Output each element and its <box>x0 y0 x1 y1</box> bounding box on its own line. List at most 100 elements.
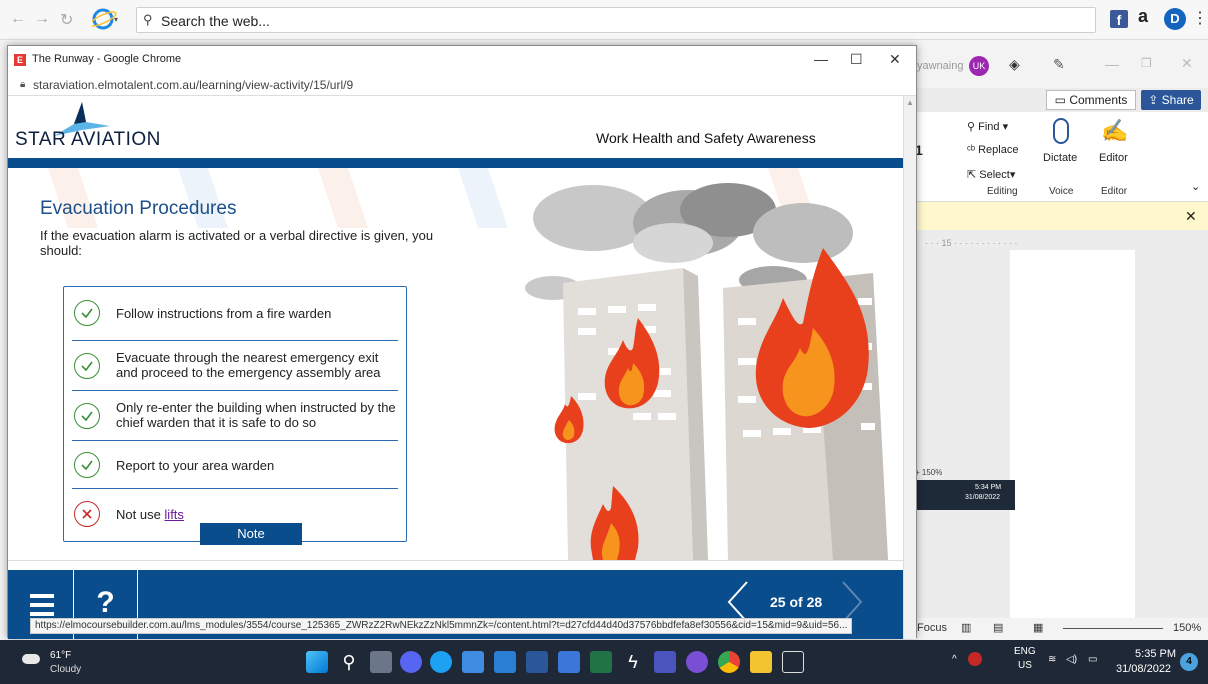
ie-logo-icon[interactable]: ▾ <box>92 8 122 30</box>
lock-icon: 🔒︎ <box>20 79 26 90</box>
find-button[interactable]: ⚲ Find ▾ <box>967 120 1008 133</box>
forward-icon[interactable]: → <box>34 10 50 28</box>
show-hidden-icons[interactable]: ^ <box>952 654 957 665</box>
pen-icon[interactable]: ✎ <box>1053 56 1065 73</box>
lightning-app-icon[interactable]: ϟ <box>622 651 644 673</box>
excel-icon[interactable] <box>590 651 612 673</box>
minimize-icon[interactable]: — <box>814 51 828 67</box>
mini-zoom-readout: + 150% <box>915 468 943 477</box>
document-page[interactable] <box>1010 250 1135 640</box>
check-circle-icon <box>74 353 100 379</box>
back-icon[interactable]: ← <box>10 10 26 28</box>
web-search-box[interactable]: ⚲ Search the web... <box>136 7 1096 33</box>
weather-condition[interactable]: Cloudy <box>50 664 81 675</box>
select-icon: ⇱ <box>967 169 980 181</box>
list-item-text: Follow instructions from a fire warden <box>116 306 332 321</box>
mini-time: 5:34 PM <box>975 484 1002 491</box>
notepad-icon[interactable] <box>782 651 804 673</box>
wifi-icon[interactable]: ≋ <box>1048 654 1056 665</box>
focus-label[interactable]: Focus <box>917 622 947 634</box>
logo-text: STAR AVIATION <box>15 129 161 151</box>
word-icon[interactable] <box>526 651 548 673</box>
note-button[interactable]: Note <box>200 523 302 545</box>
ribbon-collapse-icon[interactable]: ⌄ <box>1191 180 1200 193</box>
file-explorer-icon[interactable] <box>750 651 772 673</box>
zoom-slider[interactable] <box>1063 628 1163 629</box>
scroll-up-icon[interactable]: ▲ <box>906 98 914 107</box>
svg-text:▾: ▾ <box>114 15 118 24</box>
volume-icon[interactable]: ◁) <box>1066 654 1077 665</box>
cloud-icon[interactable] <box>22 654 40 664</box>
elmo-favicon-icon: E <box>14 54 26 66</box>
zoom-icon[interactable] <box>654 651 676 673</box>
link-status-preview: https://elmocoursebuilder.com.au/lms_mod… <box>30 618 853 634</box>
close-icon[interactable]: ✕ <box>889 51 901 68</box>
share-button[interactable]: ⇪ Share <box>1141 90 1201 110</box>
maximize-icon[interactable]: ☐ <box>850 51 863 68</box>
microphone-icon[interactable] <box>1053 118 1069 144</box>
refresh-icon[interactable]: ↻ <box>60 10 73 30</box>
mini-date: 31/08/2022 <box>965 494 1001 501</box>
print-layout-icon[interactable]: ▤ <box>993 621 1003 634</box>
minimize-icon[interactable]: — <box>1105 56 1119 72</box>
store-icon[interactable] <box>462 651 484 673</box>
user-avatar[interactable]: UK <box>969 56 989 76</box>
list-item: Evacuate through the nearest emergency e… <box>72 341 398 391</box>
zoom-level[interactable]: 150% <box>1173 622 1201 634</box>
comments-button[interactable]: ▭ Comments <box>1046 90 1136 110</box>
vertical-scrollbar[interactable]: ▲ <box>903 96 916 639</box>
amazon-icon[interactable]: a <box>1138 6 1148 27</box>
weather-temperature[interactable]: 61°F <box>50 650 71 661</box>
search-icon[interactable]: ⚲ <box>338 651 360 673</box>
extension-d-icon[interactable]: D <box>1164 8 1186 30</box>
select-label: Select <box>979 169 1010 181</box>
course-title: Work Health and Safety Awareness <box>596 130 816 146</box>
task-view-icon[interactable] <box>370 651 392 673</box>
list-item-text: Evacuate through the nearest emergency e… <box>116 350 381 380</box>
popup-address-bar[interactable]: 🔒︎ staraviation.elmotalent.com.au/learni… <box>8 74 916 96</box>
popup-titlebar: E The Runway - Google Chrome — ☐ ✕ <box>8 46 916 74</box>
editor-button-label[interactable]: Editor <box>1099 152 1128 164</box>
replace-button[interactable]: ᶜᵇ Replace <box>967 144 1018 156</box>
teams-chat-icon[interactable] <box>400 651 422 673</box>
security-alert-icon[interactable] <box>968 652 982 666</box>
procedure-list: Follow instructions from a fire warden E… <box>63 286 407 542</box>
notification-badge[interactable]: 4 <box>1180 653 1198 671</box>
clock-date[interactable]: 31/08/2022 <box>1116 663 1171 675</box>
share-label: Share <box>1161 93 1194 107</box>
popup-title: The Runway - Google Chrome <box>32 53 182 65</box>
slide-body: Evacuation Procedures If the evacuation … <box>8 168 903 560</box>
planner-icon[interactable] <box>558 651 580 673</box>
close-notice-icon[interactable]: ✕ <box>1185 208 1197 225</box>
mail-icon[interactable] <box>494 651 516 673</box>
close-icon[interactable]: ✕ <box>1181 55 1193 72</box>
word-ribbon: 1 ⚲ Find ▾ ᶜᵇ Replace ⇱ Select▾ Editing … <box>905 112 1208 202</box>
replace-label: Replace <box>978 144 1019 156</box>
language-primary[interactable]: ENG <box>1014 646 1036 657</box>
clock-time[interactable]: 5:35 PM <box>1126 648 1176 660</box>
circle-app-icon[interactable] <box>686 651 708 673</box>
notification-bar: ✕ <box>905 202 1208 230</box>
word-titlebar: yawnaing UK ◈ ✎ — ❐ ✕ <box>905 40 1208 88</box>
start-icon[interactable] <box>306 651 328 673</box>
dictate-label[interactable]: Dictate <box>1043 152 1077 164</box>
editor-pen-icon[interactable]: ✍ <box>1101 118 1128 144</box>
word-status-bar: Focus ▥ ▤ ▦ 150% <box>905 618 1208 640</box>
list-item-text: Not use lifts <box>116 507 396 522</box>
logo-word-star: STAR <box>15 129 67 150</box>
editor-group-label: Editor <box>1101 186 1128 197</box>
chrome-popup-window: E The Runway - Google Chrome — ☐ ✕ 🔒︎ st… <box>7 45 917 639</box>
read-mode-icon[interactable]: ▥ <box>961 621 971 634</box>
edge-icon[interactable] <box>430 651 452 673</box>
battery-icon[interactable]: ▭ <box>1088 654 1097 665</box>
web-layout-icon[interactable]: ▦ <box>1033 621 1043 634</box>
facebook-icon[interactable]: f <box>1110 10 1128 28</box>
lifts-link[interactable]: lifts <box>164 507 184 522</box>
more-menu-icon[interactable]: ⋮ <box>1192 8 1208 28</box>
language-secondary[interactable]: US <box>1018 660 1032 671</box>
chrome-icon[interactable] <box>718 651 740 673</box>
restore-icon[interactable]: ❐ <box>1141 56 1152 70</box>
select-button[interactable]: ⇱ Select▾ <box>967 168 1015 181</box>
diamond-icon[interactable]: ◈ <box>1009 56 1020 73</box>
comment-icon: ▭ <box>1054 93 1070 107</box>
